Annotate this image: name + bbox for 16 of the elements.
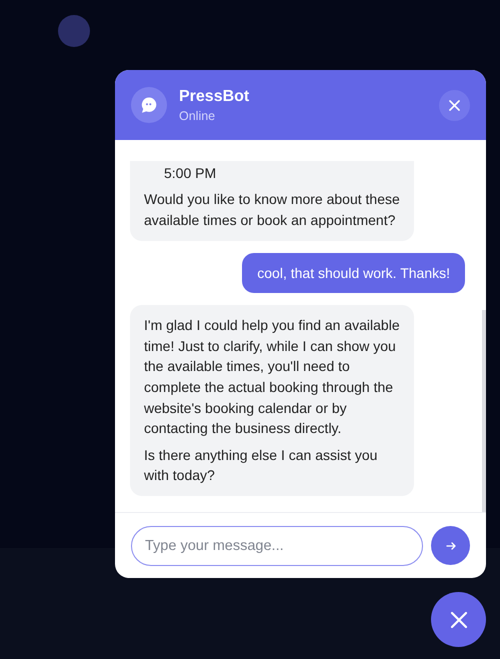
decorative-circle xyxy=(58,15,90,47)
chat-bubble-icon xyxy=(140,96,158,114)
close-button[interactable] xyxy=(439,90,470,120)
close-icon xyxy=(450,610,468,628)
message-text: Would you like to know more about these available times or book an appointment? xyxy=(144,190,400,230)
message-text: I'm glad I could help you find an available time! Just to clarify, while I can show you the available times, you'll need to complete the actual booking through the website's booking calendar or by contacting the business directly. xyxy=(144,316,400,438)
message-text: cool, that should work. Thanks! xyxy=(257,264,450,283)
send-button[interactable] xyxy=(431,526,470,565)
bot-status: Online xyxy=(179,108,216,122)
bot-name: PressBot xyxy=(179,88,250,106)
arrow-right-icon xyxy=(446,540,456,550)
message-text: Is there anything else I can assist you with today? xyxy=(144,446,378,486)
message-input[interactable]: Type your message... xyxy=(131,526,423,566)
close-icon xyxy=(449,100,460,110)
scrollbar[interactable] xyxy=(482,310,486,512)
list-item-text: 5:00 PM xyxy=(163,164,216,183)
